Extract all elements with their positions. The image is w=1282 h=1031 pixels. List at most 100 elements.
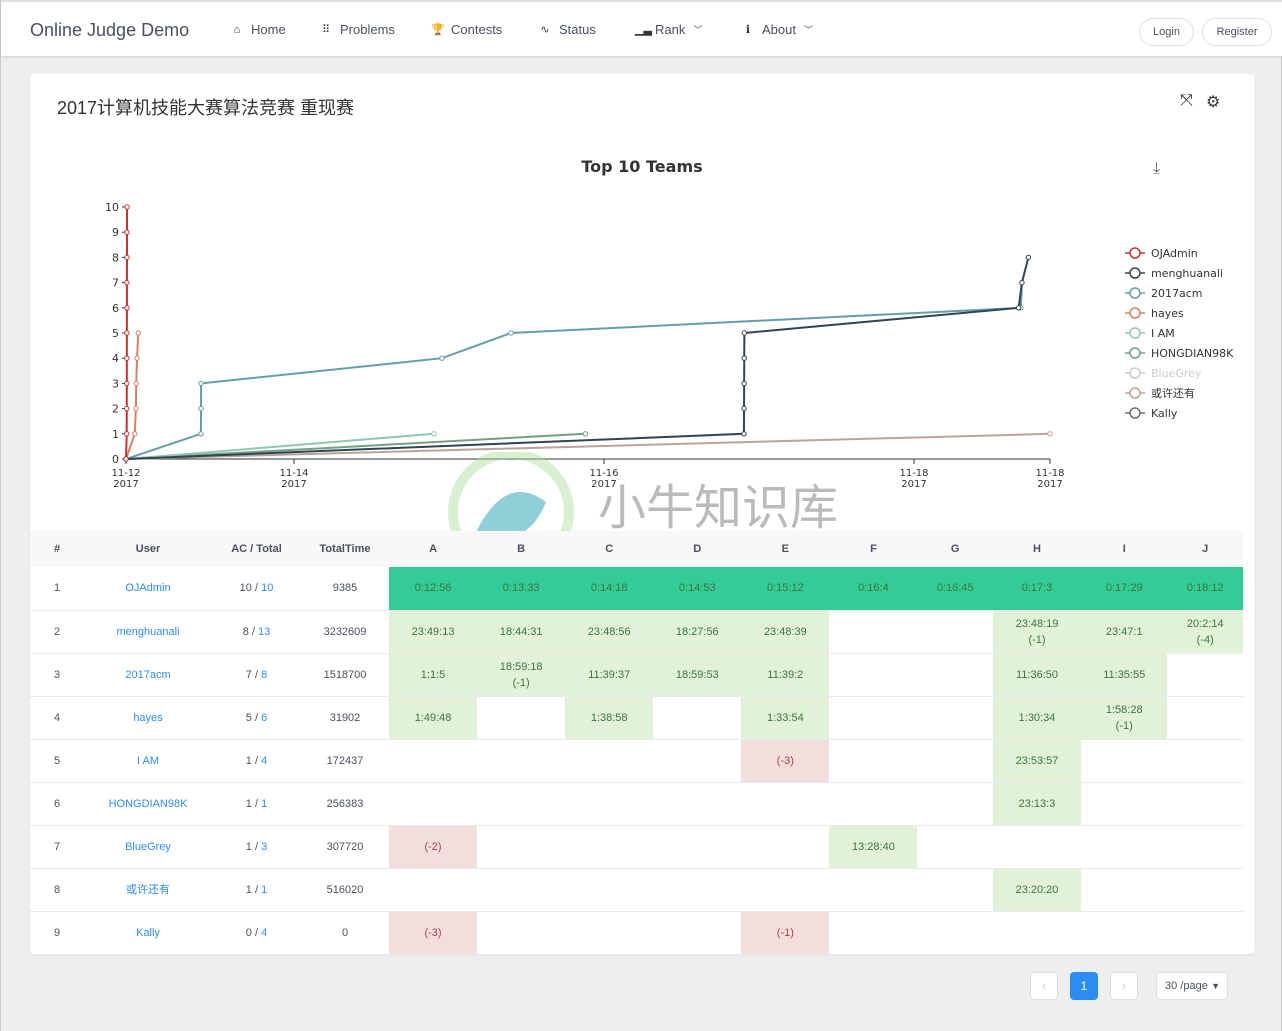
data-point[interactable]: [439, 355, 445, 361]
y-tick-label: 5: [112, 327, 119, 340]
ac-total-cell: 1 / 1: [212, 782, 301, 826]
data-point[interactable]: [135, 330, 141, 336]
data-point[interactable]: [124, 431, 130, 437]
data-point[interactable]: [741, 380, 747, 387]
ac-count: 1: [245, 754, 252, 767]
data-point[interactable]: [123, 456, 129, 462]
data-point[interactable]: [124, 254, 130, 261]
user-link[interactable]: menghuanali: [84, 610, 212, 654]
total-submissions-link[interactable]: 4: [261, 927, 267, 939]
data-point[interactable]: [124, 279, 130, 286]
solve-time: 0:14:53: [678, 582, 716, 595]
data-point[interactable]: [124, 330, 130, 336]
user-link[interactable]: OJAdmin: [84, 567, 212, 611]
legend-item[interactable]: menghuanali: [1125, 267, 1223, 280]
data-point[interactable]: [133, 405, 139, 412]
problem-cell: [829, 782, 918, 826]
column-header: F: [829, 531, 918, 567]
problem-cell: 1:30:34: [992, 696, 1082, 740]
solve-time: (-3): [424, 926, 442, 939]
legend-item[interactable]: I AM: [1125, 327, 1175, 340]
solve-time: 1:1:5: [420, 668, 446, 681]
legend-item[interactable]: BlueGrey: [1125, 367, 1202, 380]
series-line: [125, 432, 1051, 460]
prev-page-button[interactable]: ‹: [1030, 972, 1058, 1000]
user-link[interactable]: Kally: [84, 911, 212, 955]
solve-time: 1:38:58: [590, 711, 628, 724]
total-submissions-link[interactable]: 8: [261, 669, 267, 681]
solve-time: 0:13:33: [502, 582, 540, 595]
data-point[interactable]: [124, 229, 130, 235]
rank-cell: 2: [30, 610, 84, 654]
total-submissions-link[interactable]: 4: [261, 755, 267, 767]
legend-label: BlueGrey: [1151, 367, 1202, 380]
total-submissions-link[interactable]: 1: [261, 798, 267, 810]
total-submissions-link[interactable]: 13: [258, 626, 270, 638]
solve-time: 11:35:55: [1103, 668, 1146, 681]
ac-count: 10: [239, 582, 252, 595]
legend-item[interactable]: HONGDIAN98K: [1125, 347, 1234, 360]
data-point[interactable]: [124, 355, 130, 361]
data-point[interactable]: [124, 305, 130, 311]
legend-item[interactable]: Kally: [1125, 407, 1178, 420]
problem-cell: 13:28:40: [829, 825, 918, 869]
legend-item[interactable]: OJAdmin: [1125, 247, 1198, 260]
legend-item[interactable]: 2017acm: [1125, 287, 1203, 300]
data-point[interactable]: [124, 204, 130, 210]
wrong-attempts: (-1): [512, 676, 530, 689]
problem-cell: 18:59:53: [653, 653, 742, 697]
data-point[interactable]: [1015, 305, 1022, 311]
user-link[interactable]: I AM: [84, 739, 212, 783]
page-1-button[interactable]: 1: [1070, 972, 1098, 1000]
data-point[interactable]: [741, 330, 748, 336]
total-submissions-link[interactable]: 6: [261, 712, 267, 724]
data-point[interactable]: [134, 355, 140, 361]
legend-marker-icon: [1129, 347, 1141, 359]
legend-item[interactable]: 或许还有: [1125, 386, 1195, 400]
problem-cell: [917, 868, 993, 912]
data-point[interactable]: [198, 405, 204, 412]
data-point[interactable]: [124, 405, 130, 412]
data-point[interactable]: [1019, 279, 1025, 286]
next-page-button[interactable]: ›: [1110, 972, 1138, 1000]
download-icon[interactable]: ⤓: [1153, 160, 1160, 177]
data-point[interactable]: [1025, 254, 1032, 261]
problem-cell: [829, 739, 918, 783]
data-point[interactable]: [1047, 431, 1053, 437]
solve-time: 23:53:57: [1015, 754, 1059, 767]
total-submissions-link[interactable]: 10: [261, 582, 273, 594]
data-point[interactable]: [508, 330, 514, 336]
data-point[interactable]: [741, 355, 747, 361]
data-point[interactable]: [198, 431, 204, 437]
user-link[interactable]: 2017acm: [84, 653, 212, 697]
data-point[interactable]: [431, 431, 437, 437]
total-time-cell: 172437: [301, 739, 389, 783]
user-link[interactable]: HONGDIAN98K: [84, 782, 212, 826]
problem-cell: [741, 868, 830, 912]
data-point[interactable]: [741, 405, 747, 412]
column-header: A: [389, 531, 478, 567]
data-point[interactable]: [582, 431, 589, 437]
total-submissions-link[interactable]: 1: [261, 884, 267, 896]
problem-cell: [917, 739, 993, 783]
legend-item[interactable]: hayes: [1125, 307, 1184, 320]
table-row: 2 menghuanali 8 / 13 3232609 23:49:13 18:4…: [30, 610, 1243, 654]
problem-cell: 0:12:56: [389, 567, 478, 611]
data-point[interactable]: [741, 431, 747, 437]
user-link[interactable]: hayes: [84, 696, 212, 740]
user-link[interactable]: 或许还有: [84, 868, 212, 912]
legend-label: I AM: [1151, 327, 1175, 340]
data-point[interactable]: [132, 431, 138, 437]
total-submissions-link[interactable]: 3: [261, 841, 267, 853]
x-tick-year: 2017: [901, 479, 926, 490]
problem-cell: [565, 782, 654, 826]
data-point[interactable]: [124, 380, 130, 387]
data-point[interactable]: [198, 380, 204, 387]
problem-cell: 23:53:57: [992, 739, 1082, 783]
problem-cell: 11:35:55: [1081, 653, 1168, 697]
data-point[interactable]: [133, 380, 139, 387]
page-size-select[interactable]: 30 /page ▼: [1156, 972, 1228, 1000]
problem-cell: [477, 868, 566, 912]
user-link[interactable]: BlueGrey: [84, 825, 212, 869]
series-或许还有: [123, 431, 1053, 462]
